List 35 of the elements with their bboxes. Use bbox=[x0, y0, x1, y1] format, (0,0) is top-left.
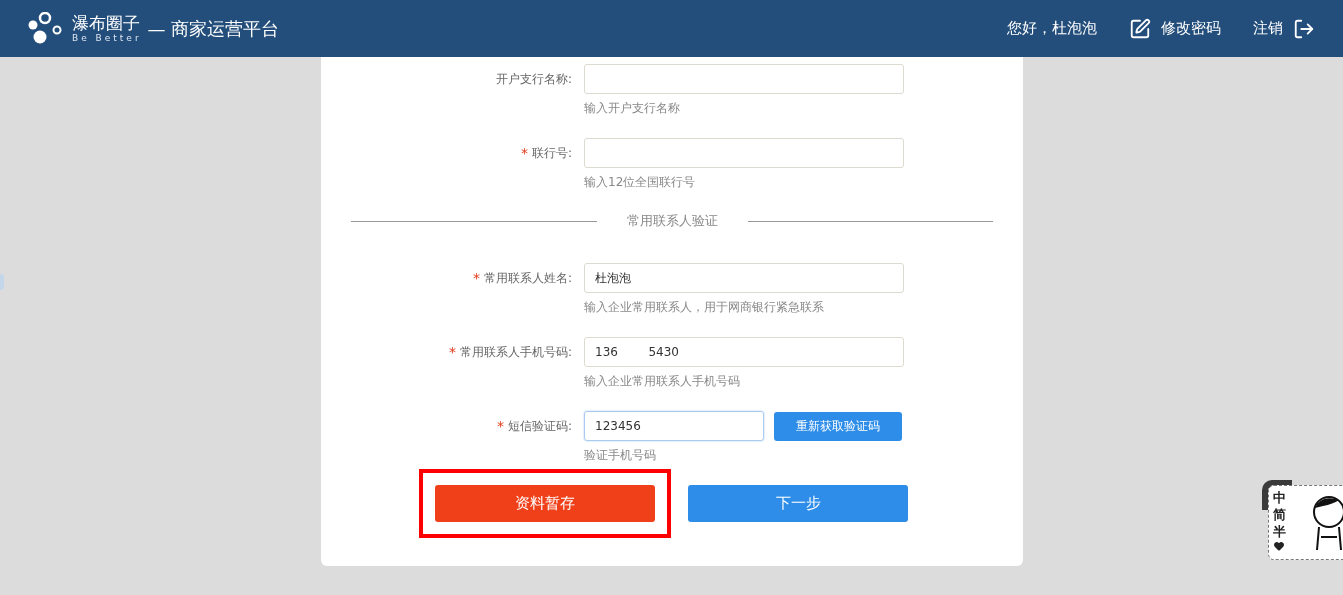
greeting: 您好，杜泡泡 bbox=[1007, 18, 1097, 40]
required-mark: * bbox=[472, 268, 480, 288]
ime-widget[interactable]: 中 简 半 bbox=[1268, 485, 1343, 560]
field-label: 常用联系人手机号码: bbox=[459, 344, 572, 361]
input-field[interactable]: 123456 bbox=[584, 411, 764, 441]
required-mark: * bbox=[520, 143, 528, 163]
field-hint: 输入12位全国联行号 bbox=[584, 174, 697, 190]
brand-name: 瀑布圈子 bbox=[72, 14, 141, 32]
ime-char: 简 bbox=[1272, 506, 1286, 523]
field-label: 开户支行名称: bbox=[495, 71, 572, 88]
heart-icon bbox=[1273, 540, 1285, 552]
ime-char: 半 bbox=[1272, 523, 1286, 540]
change-password-link[interactable]: 修改密码 bbox=[1129, 17, 1221, 40]
platform-title: — 商家运营平台 bbox=[147, 17, 280, 41]
logo-icon bbox=[28, 11, 64, 46]
field-label: 联行号: bbox=[531, 145, 572, 162]
input-field[interactable]: 136 5430 bbox=[584, 337, 904, 367]
field-hint: 输入企业常用联系人，用于网商银行紧急联系 bbox=[584, 299, 825, 315]
field-hint: 输入企业常用联系人手机号码 bbox=[584, 373, 741, 389]
field-hint: 输入开户支行名称 bbox=[584, 100, 681, 116]
brand-slogan: Be Better bbox=[72, 33, 142, 43]
required-mark: * bbox=[448, 342, 456, 362]
logout-icon bbox=[1293, 17, 1315, 40]
field-hint: 验证手机号码 bbox=[584, 447, 657, 463]
save-draft-button[interactable]: 资料暂存 bbox=[435, 485, 655, 522]
edit-icon bbox=[1129, 17, 1151, 40]
ime-char: 中 bbox=[1272, 489, 1286, 506]
required-mark: * bbox=[496, 416, 504, 436]
field-label: 短信验证码: bbox=[507, 418, 572, 435]
section-title: 常用联系人验证 bbox=[625, 214, 719, 228]
input-field[interactable] bbox=[584, 138, 904, 168]
input-field[interactable] bbox=[584, 64, 904, 94]
logout-link[interactable]: 注销 bbox=[1253, 17, 1315, 40]
input-field[interactable]: 杜泡泡 bbox=[584, 263, 904, 293]
field-label: 常用联系人姓名: bbox=[483, 270, 572, 287]
